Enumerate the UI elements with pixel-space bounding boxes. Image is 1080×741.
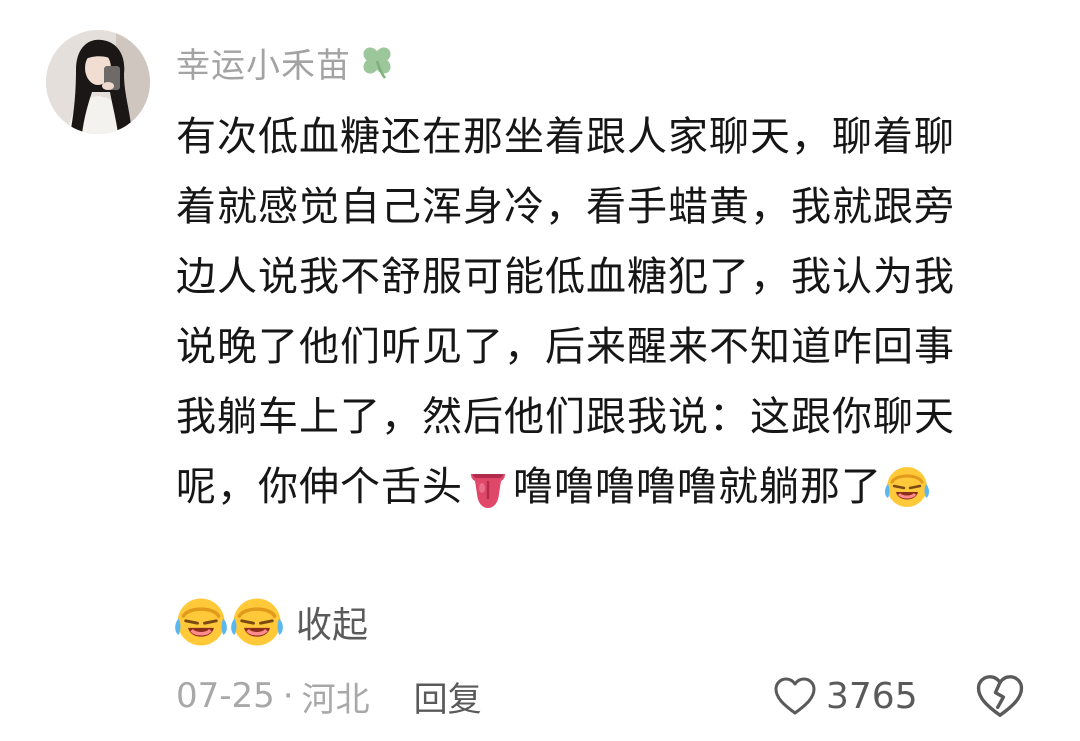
comment-line: 着就感觉自己浑身冷，看手蜡黄，我就跟旁 [176,184,955,230]
reply-button[interactable]: 回复 [414,672,482,721]
comment-text-part: 噜噜噜噜噜就躺那了 [513,464,882,510]
comment-item: 幸运小禾苗 有次低血糖还在那坐着跟人家聊天，聊着聊 着就感觉自己浑身冷，看手蜡黄… [0,0,1080,741]
tongue-emoji-icon [465,464,511,510]
comment-line: 边人说我不舒服可能低血糖犯了，我认为我 [176,254,955,300]
comment-location: 河北 [301,679,370,720]
username[interactable]: 幸运小禾苗 [176,38,351,87]
comment-date: 07-25 [176,676,275,716]
avatar[interactable] [46,30,150,134]
comment-line: 我躺车上了，然后他们跟我说：这跟你聊天 [176,394,955,440]
laughing-crying-emoji-icon [174,595,228,649]
avatar-image [46,30,150,134]
broken-heart-icon [976,675,1024,717]
laughing-crying-emoji-icon [230,595,284,649]
dislike-button[interactable] [974,670,1026,722]
like-button[interactable]: 3765 [772,668,918,724]
comment-text: 有次低血糖还在那坐着跟人家聊天，聊着聊 着就感觉自己浑身冷，看手蜡黄，我就跟旁 … [176,102,1016,522]
comment-text-part: 呢，你伸个舌头 [176,464,463,510]
like-count: 3765 [826,675,918,717]
username-row[interactable]: 幸运小禾苗 [176,38,397,86]
laughing-crying-emoji-icon [884,464,930,510]
collapse-row: 收起 [174,594,368,650]
four-leaf-clover-icon [357,42,397,82]
meta-separator: · [282,676,294,716]
collapse-button[interactable]: 收起 [296,596,368,648]
comment-line: 有次低血糖还在那坐着跟人家聊天，聊着聊 [176,114,955,160]
comment-line-last: 呢，你伸个舌头 噜噜噜噜噜就躺那了 [176,452,1016,522]
heart-icon [774,677,816,715]
comment-line: 说晚了他们听见了，后来醒来不知道咋回事 [176,324,955,370]
comment-meta: 07-25 · 河北 回复 [176,668,482,724]
